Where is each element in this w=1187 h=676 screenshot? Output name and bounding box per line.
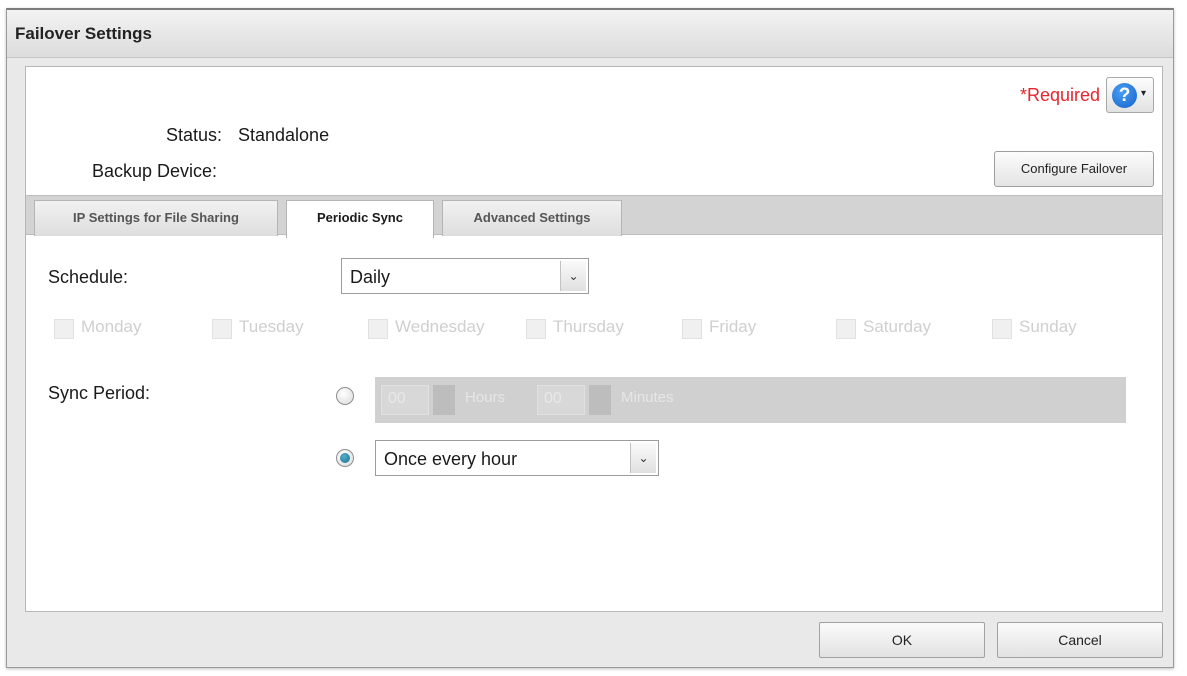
dialog-titlebar: Failover Settings [7,10,1173,58]
hours-spinner[interactable] [433,385,455,415]
minutes-label: Minutes [621,389,674,406]
cancel-button[interactable]: Cancel [997,622,1163,658]
required-indicator: *Required [1019,85,1100,105]
status-value: Standalone [238,125,330,145]
chevron-down-icon: ⌄ [560,261,586,291]
checkbox-box [836,319,856,339]
dialog-title: Failover Settings [15,24,152,43]
sync-interval-select[interactable]: Once every hour ⌄ [375,440,659,476]
hours-label: Hours [465,389,506,406]
schedule-select[interactable]: Daily ⌄ [341,258,589,294]
sync-time-fields: 00 Hours 00 Minutes [375,377,1126,423]
schedule-value: Daily [350,267,391,287]
day-label: Tuesday [239,317,304,336]
checkbox-box [992,319,1012,339]
sync-interval-value: Once every hour [384,449,518,469]
schedule-label: Schedule: [48,267,129,287]
settings-panel: *Required ? ▾ Status: Standalone Backup … [25,66,1163,612]
day-label: Monday [81,317,142,336]
sync-period-label: Sync Period: [48,383,151,403]
day-label: Wednesday [395,317,485,336]
radio-selected-dot [340,453,350,463]
sync-time-radio[interactable] [336,387,354,405]
tab-periodic-sync[interactable]: Periodic Sync [286,200,434,238]
question-circle-icon: ? [1112,83,1137,108]
tab-bar: IP Settings for File Sharing Periodic Sy… [26,195,1162,238]
sync-interval-radio[interactable] [336,449,354,467]
chevron-down-icon: ▾ [1141,88,1147,99]
day-label: Friday [709,317,757,336]
configure-failover-button[interactable]: Configure Failover [994,151,1154,187]
day-label: Thursday [553,317,624,336]
checkbox-box [212,319,232,339]
checkbox-box [682,319,702,339]
minutes-spinner[interactable] [589,385,611,415]
failover-settings-dialog: Failover Settings *Required ? ▾ Status: … [6,8,1174,668]
help-menu-button[interactable]: ? ▾ [1106,77,1154,113]
tab-advanced-settings[interactable]: Advanced Settings [442,200,622,236]
tab-ip-settings[interactable]: IP Settings for File Sharing [34,200,278,236]
chevron-down-icon: ⌄ [630,443,656,473]
day-label: Sunday [1019,317,1077,336]
checkbox-box [368,319,388,339]
checkbox-box [526,319,546,339]
minutes-input[interactable]: 00 [537,385,585,415]
ok-button[interactable]: OK [819,622,985,658]
backup-device-label: Backup Device: [92,161,218,181]
hours-input[interactable]: 00 [381,385,429,415]
day-label: Saturday [863,317,932,336]
checkbox-box [54,319,74,339]
